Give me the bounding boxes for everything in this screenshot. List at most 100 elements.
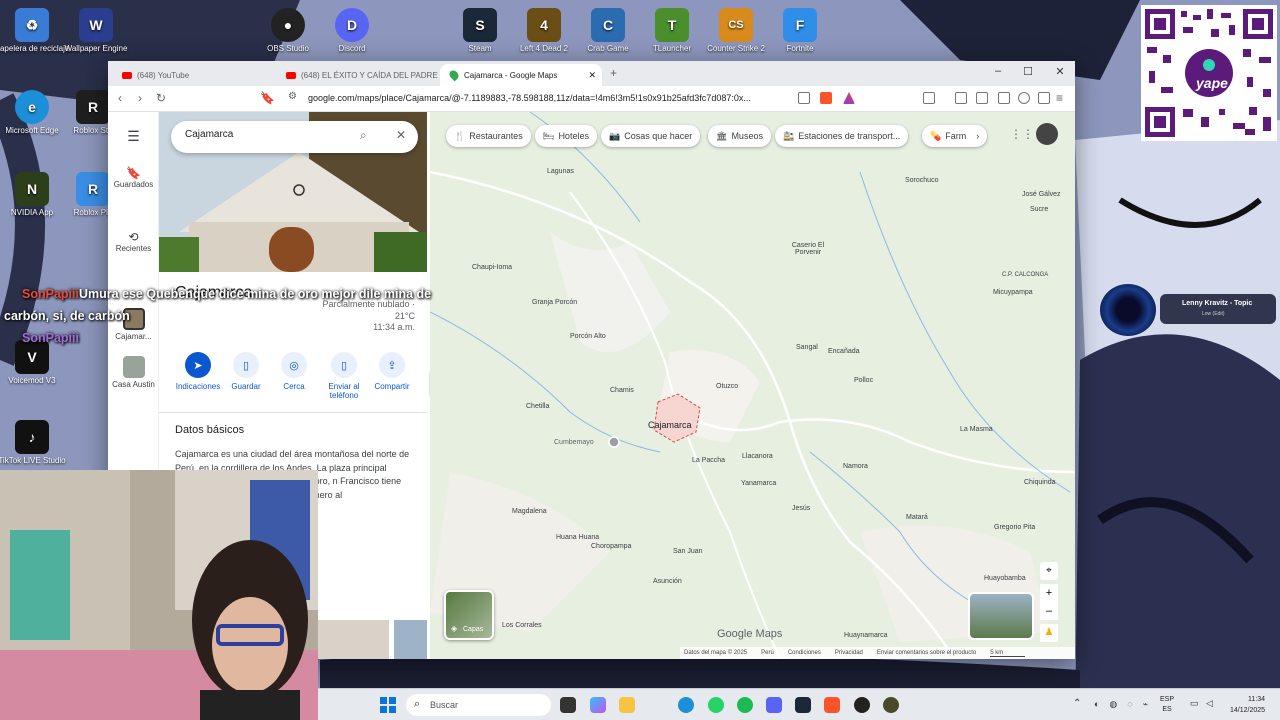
- send-to-phone-button[interactable]: ▯ Enviar al teléfono: [319, 352, 369, 400]
- chip-things-to-do[interactable]: 📷 Cosas que hacer: [601, 125, 701, 147]
- minimize-button[interactable]: –: [983, 65, 1013, 77]
- map-label[interactable]: Los Corrales: [502, 622, 542, 629]
- chip-restaurants[interactable]: 🍴 Restaurantes: [446, 125, 531, 147]
- map-label[interactable]: Cumbemayo: [554, 439, 594, 446]
- search-icon[interactable]: ⌕: [360, 128, 367, 143]
- map-canvas[interactable]: 🍴 Restaurantes 🛏 Hoteles 📷 Cosas que hac…: [430, 112, 1075, 659]
- map-label[interactable]: C.P. CALCONGA: [1002, 272, 1048, 278]
- map-label[interactable]: José Gálvez: [1022, 191, 1061, 198]
- map-label[interactable]: Chaupi-Ioma: [472, 264, 512, 271]
- back-icon[interactable]: ‹: [118, 91, 122, 105]
- tab-youtube[interactable]: (648) YouTube: [112, 64, 274, 86]
- task-view-icon[interactable]: [560, 697, 576, 713]
- account-avatar[interactable]: [1036, 123, 1058, 145]
- layers-button[interactable]: ◈ Capas: [444, 590, 494, 640]
- rail-saved[interactable]: 🔖 Guardados: [108, 166, 159, 189]
- directions-button[interactable]: ➤ Indicaciones: [173, 352, 223, 391]
- rewards-icon[interactable]: [843, 92, 855, 104]
- photo-thumb[interactable]: [314, 620, 389, 659]
- maximize-button[interactable]: ☐: [1013, 65, 1043, 78]
- share-icon[interactable]: [798, 92, 810, 104]
- desktop-icon-discord[interactable]: D Discord: [314, 8, 390, 54]
- zoom-out-button[interactable]: –: [1040, 602, 1058, 620]
- brave-taskbar-icon[interactable]: [824, 697, 840, 713]
- map-label[interactable]: Polloc: [854, 377, 873, 384]
- chip-pharmacy[interactable]: 💊 Farm ›: [922, 125, 988, 147]
- nearby-button[interactable]: ◎ Cerca: [269, 352, 319, 391]
- share-button[interactable]: ⇪ Compartir: [367, 352, 417, 391]
- desktop-icon-wallpaper-engine[interactable]: W Wallpaper Engine: [58, 8, 134, 54]
- apps-grid-icon[interactable]: ⋮⋮: [1010, 127, 1034, 141]
- map-label[interactable]: Huana Huana: [556, 534, 599, 541]
- site-info-icon[interactable]: ⚙: [288, 91, 297, 102]
- close-window-button[interactable]: ✕: [1045, 65, 1075, 78]
- extensions-icon[interactable]: [923, 92, 935, 104]
- wallet-icon[interactable]: [998, 92, 1010, 104]
- map-label[interactable]: Chetilla: [526, 403, 549, 410]
- map-label[interactable]: Sorochuco: [905, 177, 938, 184]
- close-tab-icon[interactable]: ✕: [588, 70, 596, 81]
- tray-icons[interactable]: ◐◍◌⌁: [1094, 699, 1158, 710]
- map-label[interactable]: Huayobamba: [984, 575, 1026, 582]
- map-label[interactable]: Namora: [843, 463, 868, 470]
- menu-icon[interactable]: ≡: [1056, 91, 1063, 105]
- search-input[interactable]: [185, 129, 345, 140]
- map-label[interactable]: Sangal: [796, 344, 818, 351]
- new-tab-button[interactable]: +: [610, 66, 617, 80]
- country-link[interactable]: Perú: [761, 650, 774, 656]
- media-icon[interactable]: [955, 92, 967, 104]
- map-label[interactable]: Jesús: [792, 505, 810, 512]
- file-explorer-icon[interactable]: [619, 697, 635, 713]
- chip-hotels[interactable]: 🛏 Hoteles: [535, 125, 597, 147]
- save-button[interactable]: ▯ Guardar: [221, 352, 271, 391]
- menu-button[interactable]: ☰: [108, 128, 159, 145]
- map-label[interactable]: Huaynamarca: [844, 632, 888, 639]
- desktop-icon-fortnite[interactable]: F Fortnite: [762, 8, 838, 54]
- photo-thumb[interactable]: [394, 620, 427, 659]
- rail-recent[interactable]: ⟲ Recientes: [108, 230, 159, 253]
- forward-icon[interactable]: ›: [138, 91, 142, 105]
- leo-icon[interactable]: [1018, 92, 1030, 104]
- map-label[interactable]: Choropampa: [591, 543, 631, 550]
- feedback-link[interactable]: Enviar comentarios sobre el producto: [877, 650, 976, 656]
- map-label[interactable]: Llacanora: [742, 453, 773, 460]
- map-label[interactable]: Matará: [906, 514, 928, 521]
- map-label[interactable]: Caserio El Porvenir: [788, 242, 828, 256]
- map-label[interactable]: Lagunas: [547, 168, 574, 175]
- desktop-icon-tiktok-live[interactable]: ♪ TikTok LIVE Studio: [0, 420, 70, 466]
- map-label[interactable]: La Paccha: [692, 457, 725, 464]
- map-label[interactable]: Chiquinda: [1024, 479, 1056, 486]
- map-label[interactable]: Sucre: [1030, 206, 1048, 213]
- map-label[interactable]: Otuzco: [716, 383, 738, 390]
- volume-icon[interactable]: ◁: [1206, 698, 1213, 709]
- sidebar-icon[interactable]: [976, 92, 988, 104]
- scale-bar[interactable]: 5 km: [990, 650, 1026, 657]
- edge-taskbar-icon[interactable]: [678, 697, 694, 713]
- copilot-icon[interactable]: [590, 697, 606, 713]
- discord-taskbar-icon[interactable]: [766, 697, 782, 713]
- map-label[interactable]: Magdalena: [512, 508, 547, 515]
- language-indicator[interactable]: ESP ES: [1160, 695, 1174, 715]
- clear-search-icon[interactable]: ✕: [396, 128, 406, 142]
- map-label[interactable]: Granja Porcón: [532, 299, 577, 306]
- zoom-in-button[interactable]: +: [1040, 584, 1058, 602]
- rail-recent-casa-austin[interactable]: Casa Austin: [108, 356, 159, 389]
- chevron-right-icon[interactable]: ›: [976, 131, 979, 141]
- tray-chevron-icon[interactable]: ⌃: [1073, 698, 1081, 709]
- whatsapp-icon[interactable]: [708, 697, 724, 713]
- map-label[interactable]: Micuypampa: [993, 289, 1033, 296]
- street-view-preview[interactable]: [968, 592, 1034, 640]
- url-field[interactable]: google.com/maps/place/Cajamarca/@-7.1189…: [308, 93, 751, 103]
- clock[interactable]: 11:34 14/12/2025: [1230, 694, 1265, 716]
- taskbar-search[interactable]: ⌕ Buscar: [406, 694, 551, 716]
- start-button[interactable]: [380, 697, 396, 713]
- terms-link[interactable]: Condiciones: [788, 650, 821, 656]
- map-label[interactable]: Asunción: [653, 578, 682, 585]
- xbox-icon[interactable]: [883, 697, 899, 713]
- steam-taskbar-icon[interactable]: [795, 697, 811, 713]
- reload-icon[interactable]: ↻: [156, 91, 166, 105]
- chip-transit[interactable]: 🚉 Estaciones de transport...: [775, 125, 909, 147]
- bookmark-page-icon[interactable]: 🔖: [260, 91, 275, 105]
- tab-youtube-video[interactable]: (648) EL ÉXITO Y CAÍDA DEL PADRE: [276, 64, 438, 86]
- obs-taskbar-icon[interactable]: [854, 697, 870, 713]
